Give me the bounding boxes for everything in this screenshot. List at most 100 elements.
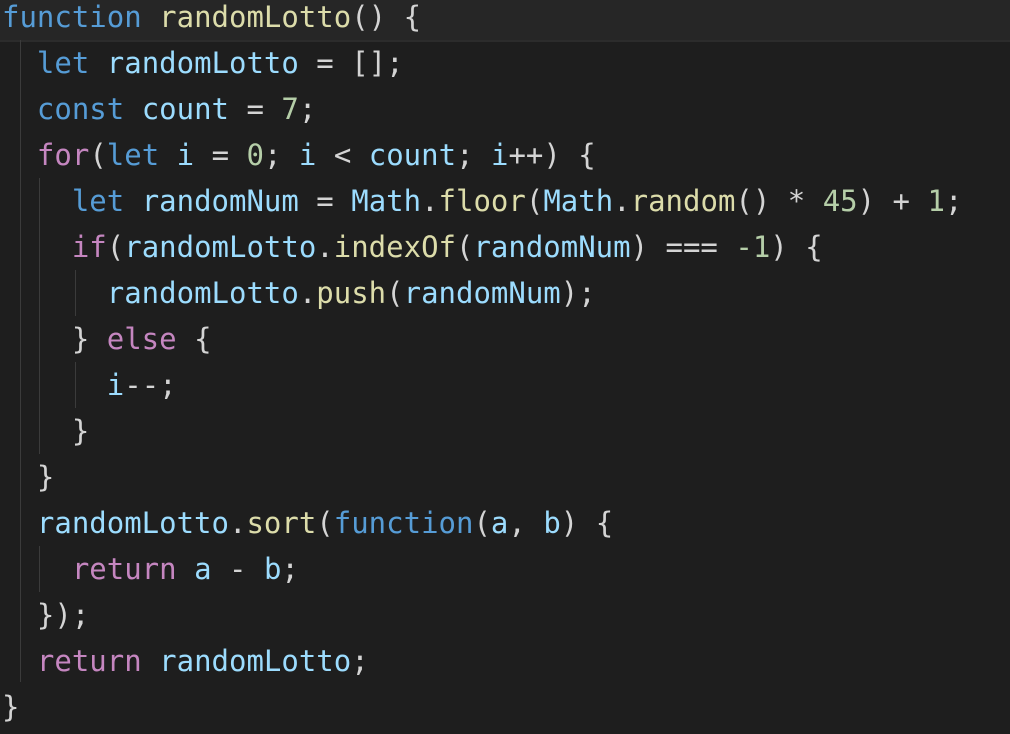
code-token: <	[316, 138, 369, 172]
code-token: random	[630, 184, 736, 218]
code-token: Math	[351, 184, 422, 218]
code-token: randomLotto	[106, 276, 299, 310]
code-token: () {	[351, 0, 422, 34]
code-token: floor	[438, 184, 526, 218]
code-token: function	[333, 506, 474, 540]
code-token: 0	[246, 138, 264, 172]
code-line[interactable]: function randomLotto() {	[2, 0, 421, 40]
code-token: push	[316, 276, 387, 310]
code-token: );	[560, 276, 596, 310]
code-token: for	[36, 138, 90, 172]
code-line[interactable]: let randomNum = Math.floor(Math.random()…	[2, 178, 963, 224]
code-token: ) {	[770, 230, 823, 264]
code-token: else	[106, 322, 177, 356]
code-line[interactable]: return a - b;	[2, 546, 299, 592]
code-token: randomNum	[141, 184, 299, 218]
code-token: randomNum	[403, 276, 561, 310]
code-token: return	[36, 644, 142, 678]
code-token: randomLotto	[159, 644, 352, 678]
code-token: let	[36, 46, 90, 80]
code-token: const	[36, 92, 125, 126]
code-line[interactable]: for(let i = 0; i < count; i++) {	[2, 132, 596, 178]
code-token: = [];	[298, 46, 404, 80]
code-token: =	[229, 92, 282, 126]
code-token: .	[316, 230, 334, 264]
code-token: }	[2, 322, 107, 356]
code-token: (	[386, 276, 404, 310]
code-token: ;	[263, 138, 299, 172]
code-token: i	[298, 138, 317, 172]
code-line[interactable]: }	[2, 454, 54, 500]
code-line[interactable]: randomLotto.push(randomNum);	[2, 270, 596, 316]
code-line[interactable]: } else {	[2, 316, 212, 362]
code-line[interactable]: }	[2, 684, 19, 730]
code-token: =	[298, 184, 352, 218]
code-token: ;	[944, 184, 963, 218]
code-token: ,	[508, 506, 544, 540]
code-token: .	[421, 184, 439, 218]
code-token: ;	[298, 92, 317, 126]
code-token: a	[490, 506, 509, 540]
code-token: randomLotto	[124, 230, 317, 264]
code-token: let	[71, 184, 125, 218]
code-token: indexOf	[333, 230, 456, 264]
code-line[interactable]: return randomLotto;	[2, 638, 369, 684]
code-token: -	[211, 552, 264, 586]
code-line[interactable]: let randomLotto = [];	[2, 40, 404, 86]
code-token: ) {	[560, 506, 614, 540]
code-line[interactable]: const count = 7;	[2, 86, 316, 132]
code-token: }	[2, 460, 55, 494]
code-token: .	[228, 506, 247, 540]
code-line[interactable]: }	[2, 408, 89, 454]
code-token: }	[2, 414, 90, 448]
code-token: Math	[543, 184, 614, 218]
code-token: {	[176, 322, 212, 356]
code-line[interactable]: randomLotto.sort(function(a, b) {	[2, 500, 613, 546]
code-token: randomNum	[473, 230, 631, 264]
code-token: ) ===	[630, 230, 736, 264]
code-token: 45	[822, 184, 858, 218]
code-token: 7	[281, 92, 299, 126]
code-line[interactable]: });	[2, 592, 89, 638]
code-token: --;	[124, 368, 177, 402]
code-token: count	[141, 92, 230, 126]
code-token: ;	[281, 552, 299, 586]
code-token: (	[89, 138, 107, 172]
code-editor[interactable]: function randomLotto() { let randomLotto…	[0, 0, 1010, 734]
code-token: .	[298, 276, 317, 310]
code-token: i	[490, 138, 509, 172]
code-token: randomLotto	[159, 0, 352, 34]
code-token: b	[543, 506, 561, 540]
code-token: return	[71, 552, 177, 586]
code-token: });	[2, 598, 90, 632]
code-token: i	[106, 368, 125, 402]
code-token: (	[473, 506, 491, 540]
code-token: 1	[927, 184, 945, 218]
code-token: ;	[456, 138, 491, 172]
code-token: ) +	[857, 184, 928, 218]
code-token: () *	[735, 184, 823, 218]
code-token: (	[106, 230, 125, 264]
code-token: if	[71, 230, 107, 264]
code-token: }	[2, 690, 20, 724]
code-token: (	[316, 506, 334, 540]
code-token: =	[194, 138, 247, 172]
code-token: ;	[351, 644, 369, 678]
code-token: .	[613, 184, 631, 218]
code-line[interactable]: i--;	[2, 362, 177, 408]
code-line[interactable]: if(randomLotto.indexOf(randomNum) === -1…	[2, 224, 823, 270]
